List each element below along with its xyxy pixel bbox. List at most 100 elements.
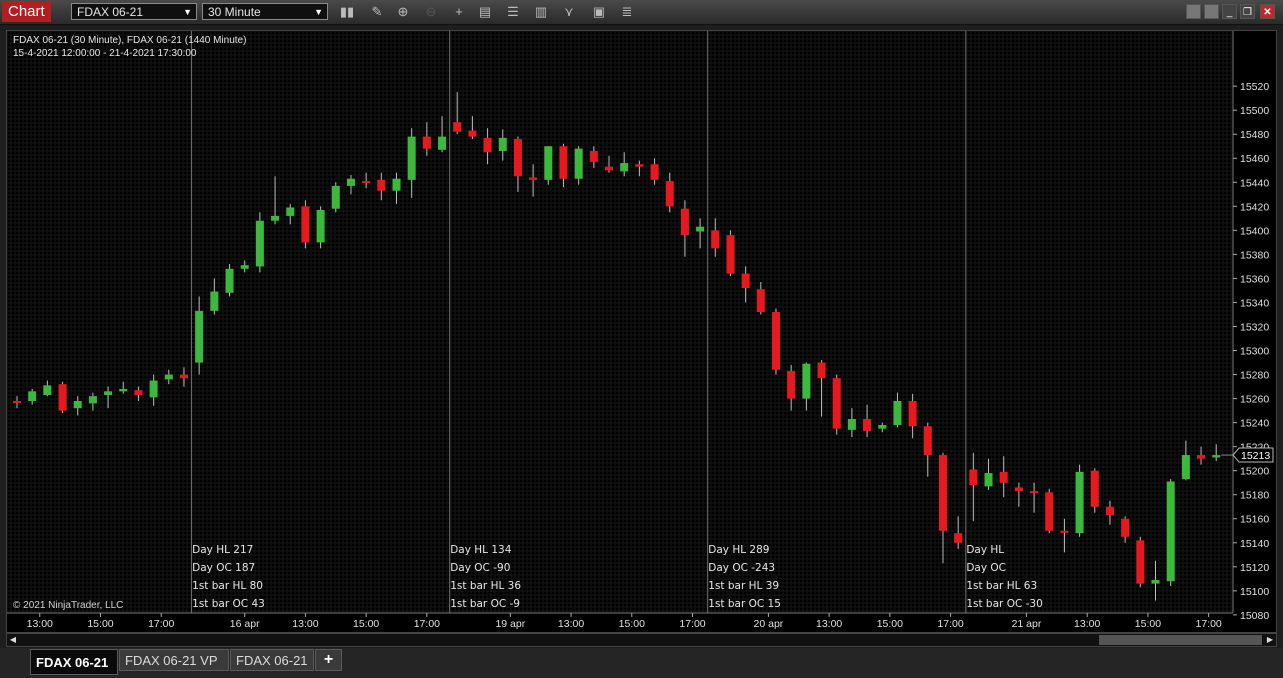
price-tick-label: 15460 bbox=[1240, 153, 1269, 165]
candle-body bbox=[999, 471, 1008, 483]
candle-body bbox=[817, 362, 826, 379]
candle-body bbox=[346, 178, 355, 186]
time-tick-label: 13:00 bbox=[27, 618, 53, 630]
zoom-in-icon[interactable]: ⊕ bbox=[394, 3, 412, 21]
candle-body bbox=[650, 164, 659, 180]
horizontal-scrollbar[interactable]: ◀ ▶ bbox=[6, 633, 1277, 647]
candle-body bbox=[741, 273, 750, 289]
candle-body bbox=[696, 226, 705, 232]
price-tick-label: 15320 bbox=[1240, 321, 1269, 333]
candle-body bbox=[438, 136, 447, 150]
indicators-icon[interactable]: ▥ bbox=[532, 3, 550, 21]
candle-body bbox=[832, 378, 841, 429]
session-stat-line: 1st bar OC -9 bbox=[450, 598, 520, 610]
candle-body bbox=[938, 455, 947, 531]
price-tick-label: 15360 bbox=[1240, 273, 1269, 285]
scroll-right-icon[interactable]: ▶ bbox=[1264, 634, 1276, 646]
templates-icon[interactable]: ▣ bbox=[590, 3, 608, 21]
tab-fdax[interactable]: FDAX 06-21 bbox=[30, 649, 118, 675]
price-tick-label: 15180 bbox=[1240, 490, 1269, 502]
scroll-thumb[interactable] bbox=[1099, 635, 1262, 645]
candle-body bbox=[559, 146, 568, 179]
time-axis[interactable]: 13:00 15:00 17:00 16 apr 13:00 15:00 17:00 19 a… bbox=[7, 612, 1233, 630]
tab-label: FDAX 06-21 bbox=[36, 655, 109, 670]
session-stat-line: Day OC 187 bbox=[192, 562, 255, 574]
candle-body bbox=[680, 208, 689, 236]
candle-body bbox=[271, 215, 280, 221]
candle-body bbox=[225, 268, 234, 293]
candle-body bbox=[301, 206, 310, 243]
candle-body bbox=[392, 178, 401, 191]
instrument-value: FDAX 06-21 bbox=[77, 5, 144, 19]
candle-body bbox=[255, 220, 264, 267]
data-box-icon[interactable]: ▤ bbox=[476, 3, 494, 21]
candle-body bbox=[377, 179, 386, 191]
list-icon[interactable]: ≣ bbox=[618, 3, 636, 21]
candle-body bbox=[1197, 455, 1206, 459]
candle-body bbox=[331, 185, 340, 209]
price-tick-label: 15340 bbox=[1240, 297, 1269, 309]
time-tick-label: 15:00 bbox=[1135, 618, 1161, 630]
tab-fdax-2[interactable]: FDAX 06-21 bbox=[230, 649, 314, 671]
candle-body bbox=[498, 137, 507, 152]
price-tick-label: 15100 bbox=[1240, 586, 1269, 598]
candle-body bbox=[878, 425, 887, 429]
session-stat-line: Day HL bbox=[966, 544, 1004, 556]
candle-body bbox=[635, 164, 644, 167]
interval-value: 30 Minute bbox=[208, 5, 261, 19]
candle-body bbox=[88, 396, 97, 404]
candle-body bbox=[58, 384, 67, 411]
price-tick-label: 15280 bbox=[1240, 370, 1269, 382]
candle-body bbox=[13, 400, 21, 403]
add-tab-button[interactable]: + bbox=[315, 649, 342, 671]
price-tick-label: 15380 bbox=[1240, 249, 1269, 261]
candle-body bbox=[529, 177, 538, 180]
close-icon[interactable]: ✕ bbox=[1260, 4, 1275, 19]
candle-body bbox=[134, 390, 143, 395]
chart-header-range: 15-4-2021 12:00:00 - 21-4-2021 17:30:00 bbox=[13, 48, 197, 59]
pencil-icon[interactable]: ✎ bbox=[368, 3, 386, 21]
instrument-selector[interactable]: FDAX 06-21 ▼ bbox=[71, 3, 197, 20]
price-tick-label: 15520 bbox=[1240, 81, 1269, 93]
restore-icon[interactable]: ❐ bbox=[1240, 4, 1255, 19]
candle-body bbox=[1014, 487, 1023, 492]
price-axis[interactable]: 1508015100151201514015160151801520015220… bbox=[1232, 31, 1269, 622]
price-tick-label: 15300 bbox=[1240, 346, 1269, 358]
candle-body bbox=[908, 400, 917, 427]
minimize-icon[interactable]: _ bbox=[1222, 4, 1237, 19]
candle-body bbox=[1136, 540, 1145, 584]
bar-chart-icon[interactable]: ▮▮ bbox=[338, 3, 356, 21]
session-stat-line: 1st bar OC 43 bbox=[192, 598, 265, 610]
chart-tab-bar: FDAX 06-21 FDAX 06-21 VP FDAX 06-21 + bbox=[0, 648, 1283, 678]
session-stat-line: Day HL 217 bbox=[192, 544, 253, 556]
candle-body bbox=[1212, 455, 1221, 458]
tab-label: FDAX 06-21 VP bbox=[125, 653, 218, 668]
tile-icon[interactable] bbox=[1204, 4, 1219, 19]
session-stat-line: Day OC bbox=[966, 562, 1006, 574]
time-tick-label: 17:00 bbox=[414, 618, 440, 630]
candle-body bbox=[513, 139, 522, 177]
candle-body bbox=[589, 151, 598, 162]
candle-body bbox=[544, 146, 553, 180]
scroll-left-icon[interactable]: ◀ bbox=[7, 634, 19, 646]
interval-selector[interactable]: 30 Minute ▼ bbox=[202, 3, 328, 20]
tile-icon[interactable] bbox=[1186, 4, 1201, 19]
session-stat-line: Day HL 134 bbox=[450, 544, 512, 556]
time-tick-label: 17:00 bbox=[148, 618, 174, 630]
candle-body bbox=[665, 181, 674, 207]
last-price-marker: 15213 bbox=[1221, 447, 1274, 463]
price-tick-label: 15260 bbox=[1240, 394, 1269, 406]
time-tick-label: 15:00 bbox=[353, 618, 379, 630]
chart-area[interactable]: 1508015100151201514015160151801520015220… bbox=[6, 30, 1277, 633]
crosshair-icon[interactable]: + bbox=[450, 3, 468, 21]
candle-body bbox=[726, 235, 735, 274]
candle-body bbox=[605, 166, 614, 171]
tab-fdax-vp[interactable]: FDAX 06-21 VP bbox=[119, 649, 229, 671]
candle-body bbox=[362, 181, 371, 184]
candlestick-chart[interactable]: 1508015100151201514015160151801520015220… bbox=[7, 31, 1276, 632]
zoom-out-icon[interactable]: ⊖ bbox=[422, 3, 440, 21]
properties-icon[interactable]: ☰ bbox=[504, 3, 522, 21]
strategies-icon[interactable]: ⋎ bbox=[560, 3, 578, 21]
session-stat-line: Day OC -90 bbox=[450, 562, 510, 574]
candle-body bbox=[119, 388, 128, 392]
